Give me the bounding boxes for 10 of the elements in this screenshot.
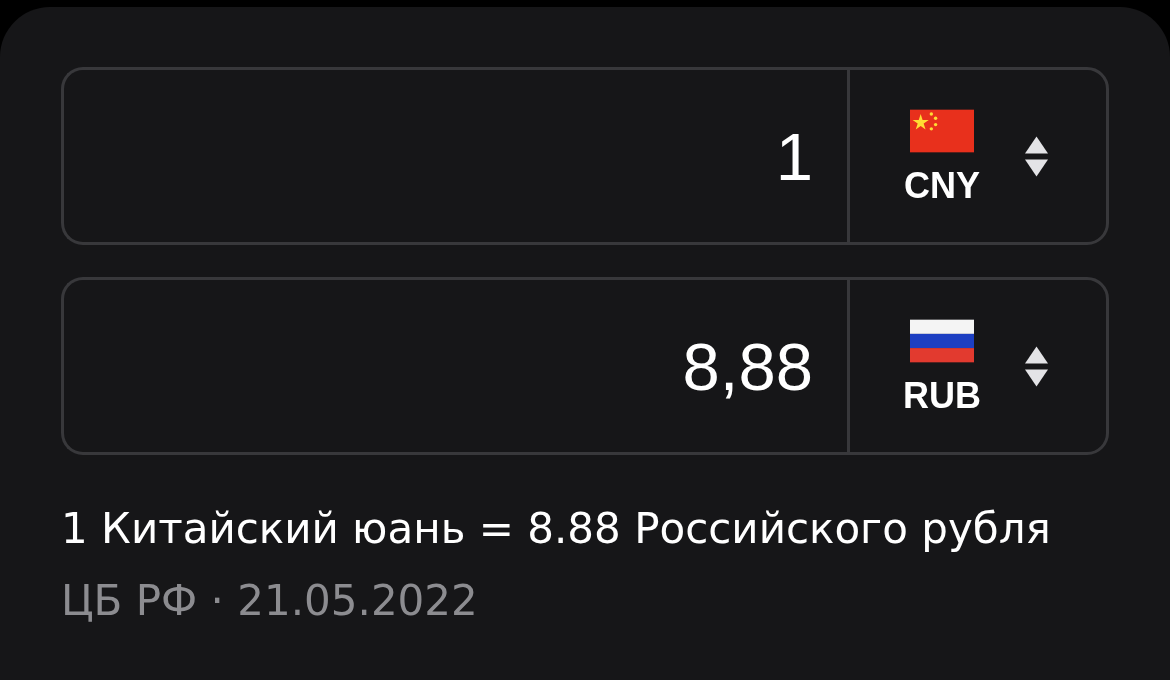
- up-down-triangles-icon: [1025, 345, 1048, 387]
- china-flag-icon: [910, 108, 974, 154]
- rate-source-text: ЦБ РФ · 21.05.2022: [61, 577, 479, 625]
- currency-picker[interactable]: RUB: [847, 277, 1109, 455]
- amount-field[interactable]: 1: [61, 67, 847, 245]
- exchange-rate-text: 1 Китайский юань = 8.88 Российского рубля: [61, 505, 1052, 553]
- up-down-triangles-icon: [1025, 135, 1048, 177]
- amount-field[interactable]: 8,88: [61, 277, 847, 455]
- russia-flag-icon: [910, 318, 974, 364]
- currency-picker[interactable]: CNY: [847, 67, 1109, 245]
